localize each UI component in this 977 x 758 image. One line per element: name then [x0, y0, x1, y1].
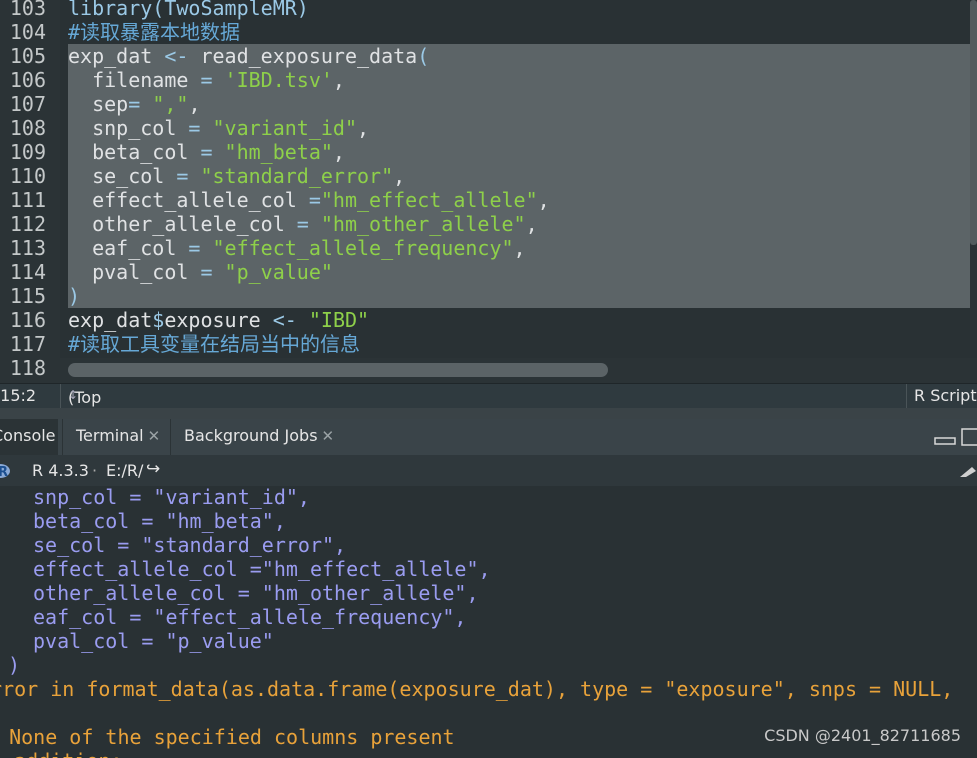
code-line[interactable]: exp_dat <- read_exposure_data(: [68, 44, 429, 68]
tab-terminal[interactable]: Terminal ✕: [62, 419, 166, 455]
code-line[interactable]: #读取工具变量在结局当中的信息: [68, 332, 360, 356]
code-line[interactable]: other_allele_col = "hm_other_allele",: [68, 212, 538, 236]
close-icon[interactable]: ✕: [322, 427, 335, 445]
r-logo-icon: R: [0, 464, 10, 480]
tab-label: Background Jobs: [184, 426, 318, 445]
line-number: 109: [9, 140, 46, 164]
console-pane-tabbar: Console Terminal✕ Background Jobs✕: [0, 419, 977, 455]
r-version: R 4.3.3: [32, 461, 89, 480]
console-line: beta_col = "hm_beta",: [33, 509, 286, 533]
code-line[interactable]: snp_col = "variant_id",: [68, 116, 369, 140]
tab-background-jobs[interactable]: Background Jobs ✕: [170, 419, 342, 455]
line-number: 115: [9, 284, 46, 308]
line-number: 118: [9, 356, 46, 380]
console-line: eaf_col = "effect_allele_frequency",: [33, 605, 467, 629]
status-separator: [906, 384, 907, 408]
console-line: In addition:: [0, 749, 123, 758]
go-to-directory-icon[interactable]: ↪: [146, 459, 160, 479]
line-number: 112: [9, 212, 46, 236]
close-icon[interactable]: ✕: [148, 427, 161, 445]
code-line[interactable]: exp_dat$exposure <- "IBD": [68, 308, 369, 332]
svg-text:R: R: [0, 465, 8, 480]
code-line[interactable]: eaf_col = "effect_allele_frequency",: [68, 236, 526, 260]
cursor-position: 115:2: [0, 386, 37, 405]
selection-highlight: [68, 92, 970, 116]
source-editor[interactable]: 103 library(TwoSampleMR) 104 #读取暴露本地数据 105 ex…: [0, 0, 977, 383]
line-number: 105: [9, 44, 46, 68]
line-number: 103: [9, 0, 46, 20]
minimize-pane-icon[interactable]: [934, 429, 956, 449]
line-number: 114: [9, 260, 46, 284]
editor-vertical-scroll-thumb[interactable]: [970, 0, 977, 245]
watermark: CSDN @2401_82711685: [764, 726, 961, 745]
console-line: Error in format_data(as.data.frame(expos…: [0, 677, 954, 701]
code-line[interactable]: beta_col = "hm_beta",: [68, 140, 345, 164]
console-header: R R 4.3.3 · E:/R/ ↪: [0, 455, 977, 486]
console-line: effect_allele_col ="hm_effect_allele",: [33, 557, 491, 581]
tab-label: Terminal: [76, 426, 144, 445]
clear-console-icon[interactable]: [958, 465, 977, 479]
console-line: None of the specified columns present: [0, 725, 455, 749]
code-line[interactable]: effect_allele_col ="hm_effect_allele",: [68, 188, 550, 212]
code-line[interactable]: #读取暴露本地数据: [68, 20, 240, 44]
code-line[interactable]: se_col = "standard_error",: [68, 164, 405, 188]
line-number: 116: [9, 308, 46, 332]
tab-console[interactable]: Console: [0, 419, 58, 455]
line-number: 111: [9, 188, 46, 212]
code-line[interactable]: ): [68, 284, 80, 308]
line-number: 106: [9, 68, 46, 92]
line-number: 117: [9, 332, 46, 356]
console-line: snp_col = "variant_id",: [33, 486, 310, 509]
status-separator: [60, 384, 61, 408]
editor-status-bar: 115:2 (Top Level) ↕ R Script: [0, 383, 977, 426]
console-line: other_allele_col = "hm_other_allele",: [33, 581, 479, 605]
line-number: 113: [9, 236, 46, 260]
code-line[interactable]: pval_col = "p_value": [68, 260, 333, 284]
console-output[interactable]: snp_col = "variant_id", beta_col = "hm_be…: [0, 486, 977, 758]
code-line[interactable]: sep= ",",: [68, 92, 200, 116]
scope-updown-icon: ↕: [68, 388, 79, 402]
editor-horizontal-scrollbar[interactable]: [60, 358, 977, 383]
tab-label: Console: [0, 426, 56, 445]
file-type-selector[interactable]: R Script: [914, 386, 977, 405]
console-line: pval_col = "p_value": [33, 629, 274, 653]
selection-highlight: [68, 284, 970, 308]
editor-horizontal-scroll-thumb[interactable]: [68, 363, 608, 377]
working-directory[interactable]: E:/R/: [106, 461, 143, 480]
code-line[interactable]: library(TwoSampleMR): [68, 0, 309, 20]
maximize-pane-icon[interactable]: [960, 427, 977, 451]
line-number: 110: [9, 164, 46, 188]
line-number: 108: [9, 116, 46, 140]
console-line: ): [8, 653, 21, 677]
separator-dot: ·: [92, 461, 98, 480]
code-line[interactable]: filename = 'IBD.tsv',: [68, 68, 345, 92]
console-line: se_col = "standard_error",: [33, 533, 347, 557]
line-number: 107: [9, 92, 46, 116]
editor-vertical-scrollbar[interactable]: [970, 0, 977, 383]
pane-splitter[interactable]: [0, 408, 977, 419]
line-number: 104: [9, 20, 46, 44]
